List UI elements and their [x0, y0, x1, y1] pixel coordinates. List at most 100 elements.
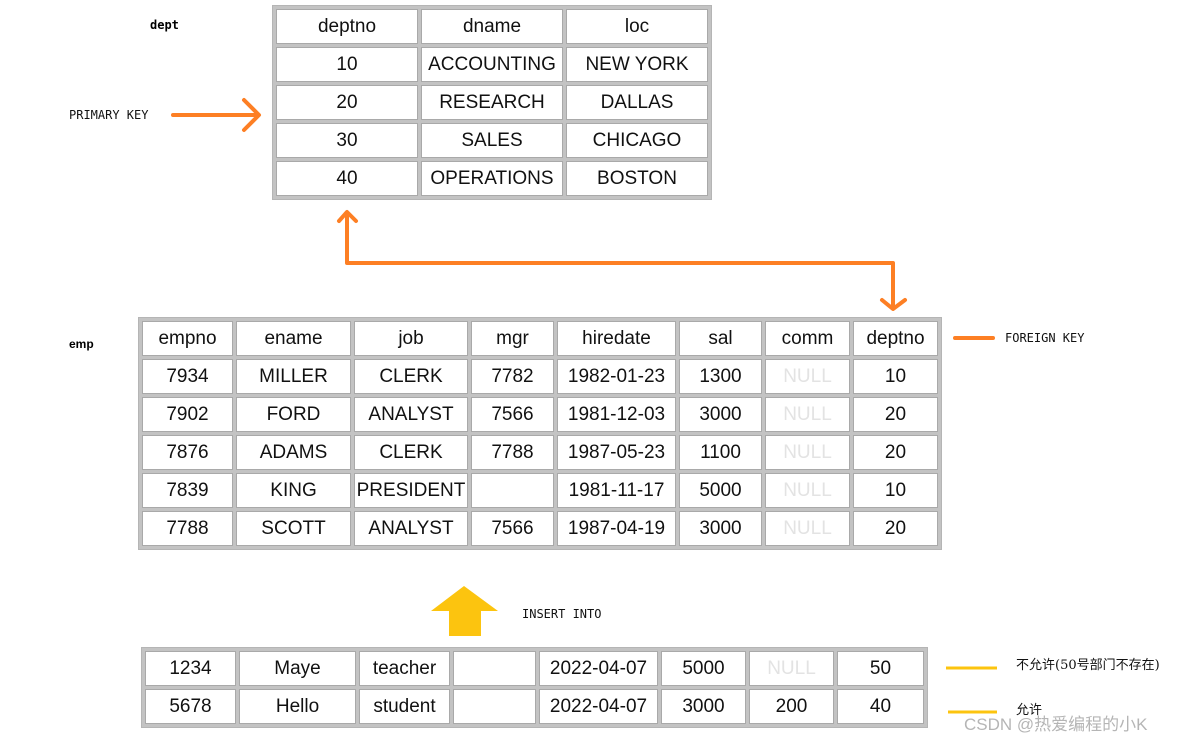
insert-cell: 50 — [837, 651, 924, 686]
insert-cell: 3000 — [661, 689, 746, 724]
dept-row: 40 OPERATIONS BOSTON — [276, 161, 708, 196]
emp-cell: 20 — [853, 435, 938, 470]
insert-cell: 2022-04-07 — [539, 689, 658, 724]
emp-cell: CLERK — [354, 359, 468, 394]
dept-cell: BOSTON — [566, 161, 708, 196]
emp-row: 7788 SCOTT ANALYST 7566 1987-04-19 3000 … — [142, 511, 938, 546]
dept-header-loc: loc — [566, 9, 708, 44]
dept-row: 10 ACCOUNTING NEW YORK — [276, 47, 708, 82]
note-rejected: 不允许(50号部门不存在) — [1016, 658, 1160, 673]
emp-cell: 7934 — [142, 359, 233, 394]
dept-cell: CHICAGO — [566, 123, 708, 158]
insert-cell: student — [359, 689, 450, 724]
dept-cell: SALES — [421, 123, 563, 158]
emp-cell: 3000 — [679, 397, 762, 432]
emp-cell: 7788 — [471, 435, 554, 470]
emp-cell: 3000 — [679, 511, 762, 546]
emp-cell: 7782 — [471, 359, 554, 394]
insert-cell — [453, 651, 536, 686]
emp-cell: 7839 — [142, 473, 233, 508]
emp-cell: SCOTT — [236, 511, 351, 546]
insert-cell: 2022-04-07 — [539, 651, 658, 686]
emp-cell: ANALYST — [354, 397, 468, 432]
emp-header-hiredate: hiredate — [557, 321, 676, 356]
dept-table: deptno dname loc 10 ACCOUNTING NEW YORK … — [272, 5, 712, 200]
emp-cell: 1982-01-23 — [557, 359, 676, 394]
emp-cell-null: NULL — [765, 511, 850, 546]
insert-cell: Maye — [239, 651, 356, 686]
dept-cell: DALLAS — [566, 85, 708, 120]
dept-cell: 40 — [276, 161, 418, 196]
insert-row-rejected: 1234 Maye teacher 2022-04-07 5000 NULL 5… — [145, 651, 924, 686]
emp-cell: ANALYST — [354, 511, 468, 546]
primary-key-label: PRIMARY KEY — [69, 108, 149, 122]
emp-table-label: emp — [69, 337, 94, 351]
emp-cell: 1987-05-23 — [557, 435, 676, 470]
emp-cell: KING — [236, 473, 351, 508]
emp-cell: 1100 — [679, 435, 762, 470]
arrow-right-icon — [171, 98, 261, 132]
dept-row: 30 SALES CHICAGO — [276, 123, 708, 158]
emp-cell — [471, 473, 554, 508]
emp-cell: 20 — [853, 397, 938, 432]
emp-header-comm: comm — [765, 321, 850, 356]
emp-cell: MILLER — [236, 359, 351, 394]
emp-cell: 7566 — [471, 511, 554, 546]
foreign-key-label: FOREIGN KEY — [1005, 331, 1085, 345]
dept-cell: 10 — [276, 47, 418, 82]
emp-table: empno ename job mgr hiredate sal comm de… — [138, 317, 942, 550]
emp-cell-null: NULL — [765, 473, 850, 508]
emp-cell: 7902 — [142, 397, 233, 432]
emp-header-ename: ename — [236, 321, 351, 356]
emp-row: 7902 FORD ANALYST 7566 1981-12-03 3000 N… — [142, 397, 938, 432]
emp-header-deptno: deptno — [853, 321, 938, 356]
dept-header-row: deptno dname loc — [276, 9, 708, 44]
emp-cell-null: NULL — [765, 435, 850, 470]
dept-row: 20 RESEARCH DALLAS — [276, 85, 708, 120]
insert-rows-table: 1234 Maye teacher 2022-04-07 5000 NULL 5… — [141, 647, 928, 728]
dept-cell: RESEARCH — [421, 85, 563, 120]
emp-cell-null: NULL — [765, 397, 850, 432]
insert-cell: 200 — [749, 689, 834, 724]
dept-cell: ACCOUNTING — [421, 47, 563, 82]
insert-cell: 1234 — [145, 651, 236, 686]
insert-cell-null: NULL — [749, 651, 834, 686]
emp-cell: 1981-11-17 — [557, 473, 676, 508]
dept-cell: OPERATIONS — [421, 161, 563, 196]
emp-cell: PRESIDENT — [354, 473, 468, 508]
dept-header-dname: dname — [421, 9, 563, 44]
insert-row-allowed: 5678 Hello student 2022-04-07 3000 200 4… — [145, 689, 924, 724]
emp-header-mgr: mgr — [471, 321, 554, 356]
emp-cell: 5000 — [679, 473, 762, 508]
block-arrow-up-icon — [431, 586, 498, 636]
emp-cell: 7788 — [142, 511, 233, 546]
emp-cell-null: NULL — [765, 359, 850, 394]
insert-cell — [453, 689, 536, 724]
insert-cell: 5678 — [145, 689, 236, 724]
emp-row: 7839 KING PRESIDENT 1981-11-17 5000 NULL… — [142, 473, 938, 508]
emp-header-sal: sal — [679, 321, 762, 356]
emp-header-job: job — [354, 321, 468, 356]
dept-cell: 20 — [276, 85, 418, 120]
emp-header-row: empno ename job mgr hiredate sal comm de… — [142, 321, 938, 356]
emp-cell: CLERK — [354, 435, 468, 470]
emp-header-empno: empno — [142, 321, 233, 356]
insert-cell: 40 — [837, 689, 924, 724]
emp-row: 7934 MILLER CLERK 7782 1982-01-23 1300 N… — [142, 359, 938, 394]
emp-cell: 1981-12-03 — [557, 397, 676, 432]
emp-cell: ADAMS — [236, 435, 351, 470]
emp-cell: 10 — [853, 359, 938, 394]
emp-cell: 7566 — [471, 397, 554, 432]
dept-table-label: dept — [150, 18, 179, 32]
double-ended-elbow-arrow-icon — [337, 210, 907, 311]
insert-cell: Hello — [239, 689, 356, 724]
insert-into-label: INSERT INTO — [522, 607, 602, 621]
emp-cell: 7876 — [142, 435, 233, 470]
insert-cell: teacher — [359, 651, 450, 686]
emp-cell: FORD — [236, 397, 351, 432]
dept-cell: NEW YORK — [566, 47, 708, 82]
emp-cell: 10 — [853, 473, 938, 508]
insert-cell: 5000 — [661, 651, 746, 686]
emp-row: 7876 ADAMS CLERK 7788 1987-05-23 1100 NU… — [142, 435, 938, 470]
dept-header-deptno: deptno — [276, 9, 418, 44]
